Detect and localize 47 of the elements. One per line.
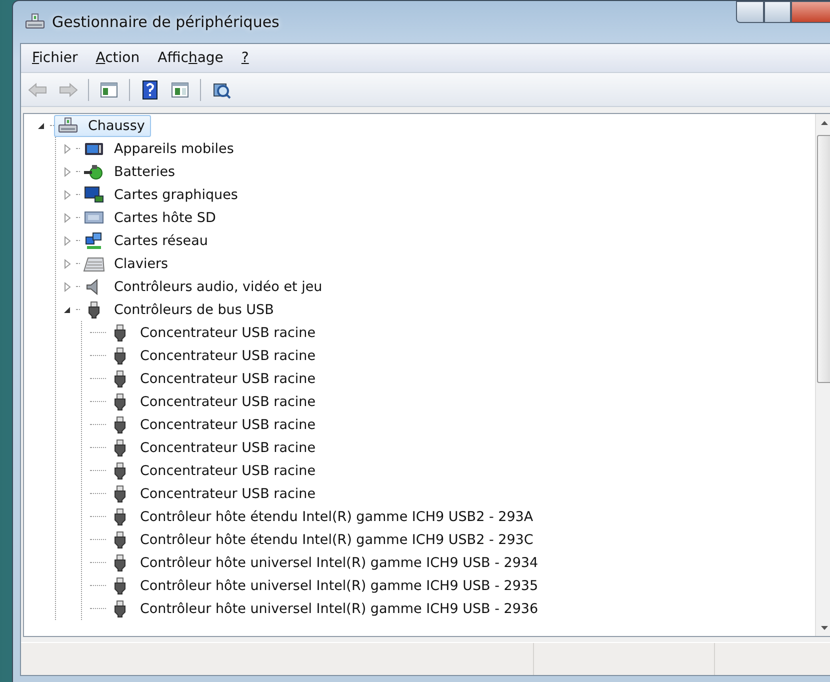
tree-item[interactable]: Chaussy bbox=[54, 114, 151, 136]
tree-item[interactable]: Contrôleur hôte universel Intel(R) gamme ICH9 USB - 2936 bbox=[106, 598, 544, 620]
tree-item[interactable]: Contrôleur hôte étendu Intel(R) gamme ICH9 USB2 - 293A bbox=[106, 506, 540, 528]
menu-item[interactable]: Affichage bbox=[150, 48, 230, 68]
scroll-thumb[interactable] bbox=[817, 135, 830, 383]
expand-icon[interactable] bbox=[62, 282, 72, 292]
tree-item[interactable]: Cartes hôte SD bbox=[80, 206, 222, 228]
app-icon bbox=[24, 13, 46, 31]
tree-item[interactable]: Cartes graphiques bbox=[80, 184, 244, 206]
expand-icon[interactable] bbox=[62, 258, 72, 268]
expand-icon[interactable] bbox=[62, 144, 72, 154]
tree-item[interactable]: Appareils mobiles bbox=[80, 138, 240, 160]
expand-icon[interactable] bbox=[62, 212, 72, 222]
tree-item[interactable]: Contrôleurs audio, vidéo et jeu bbox=[80, 276, 328, 298]
battery-icon bbox=[83, 162, 105, 180]
tree-item[interactable]: Contrôleur hôte étendu Intel(R) gamme ICH9 USB2 - 293C bbox=[106, 528, 540, 550]
window-title: Gestionnaire de périphériques bbox=[52, 13, 280, 31]
collapse-icon[interactable] bbox=[36, 120, 46, 130]
expand-icon[interactable] bbox=[62, 190, 72, 200]
tree-item[interactable]: Cartes réseau bbox=[80, 230, 214, 252]
card-icon bbox=[83, 208, 105, 226]
tree-item[interactable]: Concentrateur USB racine bbox=[106, 436, 322, 458]
menu-item[interactable]: ? bbox=[234, 48, 256, 68]
tree-item[interactable]: Contrôleur hôte universel Intel(R) gamme ICH9 USB - 2934 bbox=[106, 552, 544, 574]
tree-item[interactable]: Concentrateur USB racine bbox=[106, 390, 322, 412]
tree-item[interactable]: Concentrateur USB racine bbox=[106, 414, 322, 436]
computer-icon bbox=[57, 116, 79, 134]
minimize-button[interactable] bbox=[736, 1, 764, 23]
collapse-icon[interactable] bbox=[62, 304, 72, 314]
tree-item[interactable]: Concentrateur USB racine bbox=[106, 482, 322, 504]
scrollbar[interactable] bbox=[815, 114, 830, 636]
keyboard-icon bbox=[83, 254, 105, 272]
menu-item[interactable]: Fichier bbox=[25, 48, 85, 68]
expand-icon[interactable] bbox=[62, 236, 72, 246]
tree-item[interactable]: Concentrateur USB racine bbox=[106, 460, 322, 482]
monitor-icon bbox=[83, 186, 105, 204]
tree-item[interactable]: Claviers bbox=[80, 252, 174, 274]
tree-item[interactable]: Batteries bbox=[80, 160, 182, 182]
tree-item[interactable]: Contrôleur hôte universel Intel(R) gamme ICH9 USB - 2935 bbox=[106, 574, 544, 596]
close-button[interactable] bbox=[791, 1, 830, 23]
menu-item[interactable]: Action bbox=[88, 48, 147, 68]
tree-item[interactable]: Contrôleurs de bus USB bbox=[80, 298, 280, 320]
tree-item[interactable]: Concentrateur USB racine bbox=[106, 368, 322, 390]
tree-item[interactable]: Concentrateur USB racine bbox=[106, 322, 322, 344]
tree-item[interactable]: Concentrateur USB racine bbox=[106, 344, 322, 366]
expand-icon[interactable] bbox=[62, 166, 72, 176]
maximize-button[interactable] bbox=[764, 1, 791, 23]
